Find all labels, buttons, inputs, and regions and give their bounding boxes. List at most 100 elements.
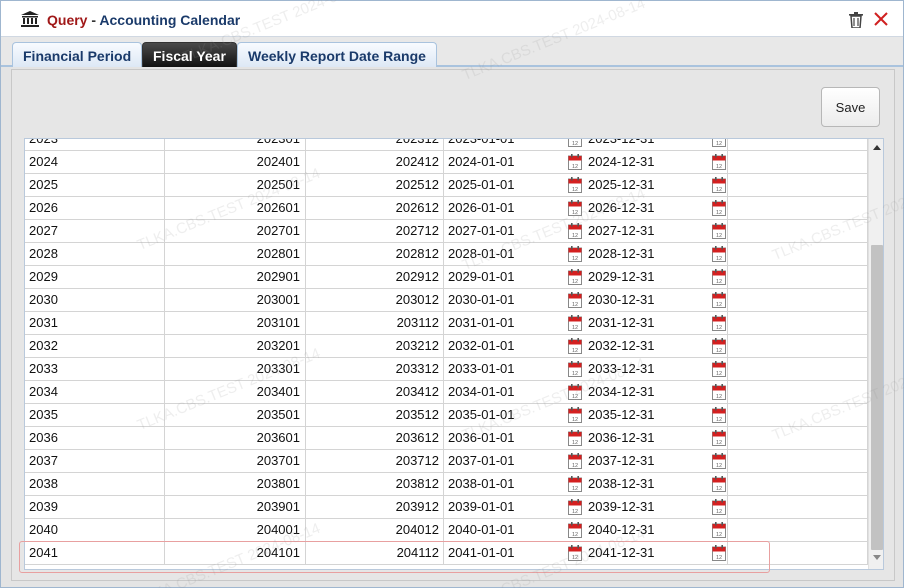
cell-end-date[interactable]: 2028-12-31 12 [585,243,728,265]
cell-end-date[interactable]: 2041-12-31 12 [585,542,728,564]
table-row[interactable]: 2023 202301 202312 2023-01-01 12 2023-12-31 12 [25,139,868,151]
end-date-text[interactable]: 2023-12-31 [588,139,655,146]
cell-fiscal-year[interactable]: 2041 [25,542,165,564]
end-date-text[interactable]: 2032-12-31 [588,338,655,353]
end-date-text[interactable]: 2028-12-31 [588,246,655,261]
calendar-icon[interactable]: 12 [568,499,582,515]
calendar-icon[interactable]: 12 [712,223,726,239]
cell-period-to[interactable]: 202412 [306,151,444,173]
calendar-icon[interactable]: 12 [568,545,582,561]
cell-period-from[interactable]: 203401 [165,381,306,403]
cell-start-date[interactable]: 2037-01-01 12 [444,450,585,472]
cell-end-date[interactable]: 2033-12-31 12 [585,358,728,380]
cell-end-date[interactable]: 2024-12-31 12 [585,151,728,173]
start-date-text[interactable]: 2036-01-01 [448,430,515,445]
cell-period-to[interactable]: 202612 [306,197,444,219]
cell-period-from[interactable]: 203301 [165,358,306,380]
start-date-text[interactable]: 2035-01-01 [448,407,515,422]
table-row[interactable]: 2033 203301 203312 2033-01-01 12 2033-12-31 12 [25,358,868,381]
calendar-icon[interactable]: 12 [568,269,582,285]
cell-period-from[interactable]: 202801 [165,243,306,265]
calendar-icon[interactable]: 12 [568,246,582,262]
cell-end-date[interactable]: 2032-12-31 12 [585,335,728,357]
cell-start-date[interactable]: 2041-01-01 12 [444,542,585,564]
start-date-text[interactable]: 2025-01-01 [448,177,515,192]
cell-period-to[interactable]: 203412 [306,381,444,403]
cell-period-from[interactable]: 202601 [165,197,306,219]
table-row[interactable]: 2041 204101 204112 2041-01-01 12 2041-12-31 12 [25,542,868,565]
cell-start-date[interactable]: 2040-01-01 12 [444,519,585,541]
table-row[interactable]: 2024 202401 202412 2024-01-01 12 2024-12-31 12 [25,151,868,174]
cell-start-date[interactable]: 2024-01-01 12 [444,151,585,173]
calendar-icon[interactable]: 12 [712,453,726,469]
table-row[interactable]: 2026 202601 202612 2026-01-01 12 2026-12-31 12 [25,197,868,220]
start-date-text[interactable]: 2028-01-01 [448,246,515,261]
calendar-icon[interactable]: 12 [712,177,726,193]
cell-period-from[interactable]: 203101 [165,312,306,334]
cell-end-date[interactable]: 2040-12-31 12 [585,519,728,541]
tab-financial-period[interactable]: Financial Period [12,42,143,67]
cell-end-date[interactable]: 2034-12-31 12 [585,381,728,403]
cell-period-to[interactable]: 202912 [306,266,444,288]
cell-period-to[interactable]: 202812 [306,243,444,265]
cell-start-date[interactable]: 2033-01-01 12 [444,358,585,380]
calendar-icon[interactable]: 12 [568,177,582,193]
cell-fiscal-year[interactable]: 2023 [25,139,165,150]
table-row[interactable]: 2025 202501 202512 2025-01-01 12 2025-12-31 12 [25,174,868,197]
start-date-text[interactable]: 2038-01-01 [448,476,515,491]
calendar-icon[interactable]: 12 [568,476,582,492]
end-date-text[interactable]: 2025-12-31 [588,177,655,192]
end-date-text[interactable]: 2039-12-31 [588,499,655,514]
calendar-icon[interactable]: 12 [568,522,582,538]
table-row[interactable]: 2036 203601 203612 2036-01-01 12 2036-12-31 12 [25,427,868,450]
calendar-icon[interactable]: 12 [712,315,726,331]
calendar-icon[interactable]: 12 [568,361,582,377]
calendar-icon[interactable]: 12 [712,200,726,216]
calendar-icon[interactable]: 12 [712,292,726,308]
calendar-icon[interactable]: 12 [712,139,726,147]
table-row[interactable]: 2040 204001 204012 2040-01-01 12 2040-12-31 12 [25,519,868,542]
cell-fiscal-year[interactable]: 2040 [25,519,165,541]
table-row[interactable]: 2031 203101 203112 2031-01-01 12 2031-12-31 12 [25,312,868,335]
start-date-text[interactable]: 2027-01-01 [448,223,515,238]
scroll-thumb[interactable] [871,245,883,550]
cell-period-from[interactable]: 202701 [165,220,306,242]
start-date-text[interactable]: 2033-01-01 [448,361,515,376]
cell-period-from[interactable]: 203201 [165,335,306,357]
cell-period-to[interactable]: 203712 [306,450,444,472]
cell-start-date[interactable]: 2032-01-01 12 [444,335,585,357]
cell-period-from[interactable]: 202901 [165,266,306,288]
end-date-text[interactable]: 2038-12-31 [588,476,655,491]
cell-fiscal-year[interactable]: 2032 [25,335,165,357]
cell-fiscal-year[interactable]: 2039 [25,496,165,518]
start-date-text[interactable]: 2026-01-01 [448,200,515,215]
cell-end-date[interactable]: 2030-12-31 12 [585,289,728,311]
calendar-icon[interactable]: 12 [568,200,582,216]
cell-period-to[interactable]: 203212 [306,335,444,357]
cell-period-to[interactable]: 204012 [306,519,444,541]
table-row[interactable]: 2037 203701 203712 2037-01-01 12 2037-12-31 12 [25,450,868,473]
cell-period-to[interactable]: 203812 [306,473,444,495]
calendar-icon[interactable]: 12 [568,292,582,308]
cell-fiscal-year[interactable]: 2033 [25,358,165,380]
cell-period-from[interactable]: 203901 [165,496,306,518]
cell-period-to[interactable]: 202712 [306,220,444,242]
end-date-text[interactable]: 2041-12-31 [588,545,655,560]
close-icon[interactable] [874,12,888,26]
calendar-icon[interactable]: 12 [712,246,726,262]
cell-start-date[interactable]: 2036-01-01 12 [444,427,585,449]
start-date-text[interactable]: 2040-01-01 [448,522,515,537]
scroll-up-arrow-icon[interactable] [873,145,881,150]
cell-fiscal-year[interactable]: 2030 [25,289,165,311]
end-date-text[interactable]: 2026-12-31 [588,200,655,215]
cell-fiscal-year[interactable]: 2038 [25,473,165,495]
start-date-text[interactable]: 2029-01-01 [448,269,515,284]
end-date-text[interactable]: 2027-12-31 [588,223,655,238]
end-date-text[interactable]: 2031-12-31 [588,315,655,330]
cell-period-to[interactable]: 204112 [306,542,444,564]
end-date-text[interactable]: 2035-12-31 [588,407,655,422]
calendar-icon[interactable]: 12 [568,407,582,423]
cell-start-date[interactable]: 2039-01-01 12 [444,496,585,518]
cell-start-date[interactable]: 2035-01-01 12 [444,404,585,426]
cell-fiscal-year[interactable]: 2037 [25,450,165,472]
